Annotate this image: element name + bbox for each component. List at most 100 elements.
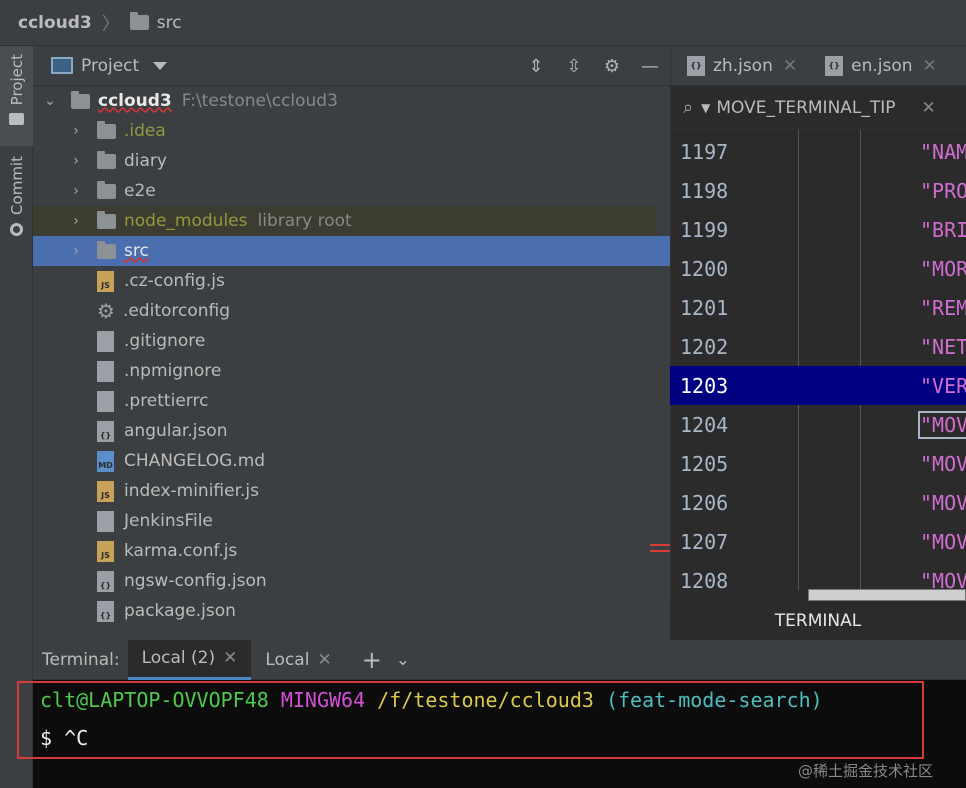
code-line[interactable]: 1202 "NET: [670, 327, 966, 366]
tree-item-idea[interactable]: › .idea: [33, 116, 657, 146]
commit-tool-tab[interactable]: Commit: [0, 156, 33, 266]
search-input[interactable]: MOVE_TERMINAL_TIP: [716, 98, 895, 118]
line-number: 1203: [680, 374, 729, 398]
code-line[interactable]: 1207 "MOV: [670, 522, 966, 561]
code-line[interactable]: 1199 "BRI: [670, 210, 966, 249]
tree-item-file[interactable]: {} angular.json: [33, 416, 657, 446]
line-number: 1197: [680, 140, 729, 164]
project-tool-label: Project: [7, 54, 26, 106]
module-folder-icon: [71, 90, 90, 109]
tree-item-label: .cz-config.js: [124, 271, 225, 291]
chevron-down-icon[interactable]: ⌄: [396, 650, 410, 670]
prompt-path: /f/testone/ccloud3: [377, 688, 594, 712]
expand-all-icon[interactable]: ⇕: [524, 54, 548, 78]
chevron-right-icon[interactable]: ›: [69, 153, 83, 169]
tab-local[interactable]: Local ✕: [251, 640, 345, 680]
chevron-right-icon[interactable]: ›: [69, 213, 83, 229]
tree-item-file[interactable]: .npmignore: [33, 356, 657, 386]
code-text: "VER: [920, 374, 966, 398]
tree-item-src[interactable]: › src: [33, 236, 670, 266]
search-bar[interactable]: ⌕ ▼ MOVE_TERMINAL_TIP ✕: [671, 86, 966, 130]
line-number: 1201: [680, 296, 729, 320]
project-view-title[interactable]: Project: [81, 56, 139, 76]
tree-item-file[interactable]: ⚙ .editorconfig: [33, 296, 657, 326]
hide-icon[interactable]: —: [638, 54, 662, 78]
ignore-file-icon: [97, 330, 114, 352]
gear-icon[interactable]: ⚙: [600, 54, 624, 78]
code-line[interactable]: 1198 "PRO: [670, 171, 966, 210]
tree-item-label: src: [124, 241, 149, 261]
tree-item-file[interactable]: MD CHANGELOG.md: [33, 446, 657, 476]
tree-item-label: diary: [124, 151, 167, 171]
tree-item-e2e[interactable]: › e2e: [33, 176, 657, 206]
tab-zh-json[interactable]: {} zh.json ✕: [671, 46, 809, 86]
tree-item-diary[interactable]: › diary: [33, 146, 657, 176]
close-icon[interactable]: ✕: [317, 650, 331, 670]
code-text: "NET: [920, 335, 966, 359]
chevron-down-icon[interactable]: [153, 61, 168, 70]
tab-label: en.json: [851, 55, 913, 76]
code-line[interactable]: 1206 "MOV: [670, 483, 966, 522]
js-file-icon: JS: [97, 270, 114, 292]
terminal-tabs: Terminal: Local (2) ✕ Local ✕ + ⌄: [33, 639, 966, 680]
tree-item-label: .gitignore: [124, 331, 206, 351]
collapse-all-icon[interactable]: ⇳: [562, 54, 586, 78]
tree-item-file[interactable]: JS index-minifier.js: [33, 476, 657, 506]
tree-item-label: karma.conf.js: [124, 541, 238, 561]
js-file-icon: JS: [97, 480, 114, 502]
library-root-label: library root: [257, 211, 352, 231]
chevron-right-icon[interactable]: ›: [69, 243, 83, 259]
folder-icon: [97, 150, 116, 169]
tree-item-file[interactable]: .gitignore: [33, 326, 657, 356]
code-line[interactable]: 1205 "MOV: [670, 444, 966, 483]
prompt-branch: (feat-mode-search): [605, 688, 823, 712]
close-icon[interactable]: ✕: [783, 56, 797, 76]
code-line[interactable]: 1204 "MOV: [670, 405, 966, 444]
editor-horizontal-scrollbar[interactable]: [808, 589, 966, 601]
close-icon[interactable]: ✕: [223, 648, 237, 668]
chevron-down-icon[interactable]: ⌄: [43, 93, 57, 109]
tree-item-root[interactable]: ⌄ ccloud3 F:\testone\ccloud3: [33, 86, 657, 116]
breadcrumb-project[interactable]: ccloud3: [18, 13, 92, 33]
tab-local-2[interactable]: Local (2) ✕: [127, 639, 252, 680]
search-icon: ⌕: [683, 97, 694, 118]
tree-item-file[interactable]: JS .cz-config.js: [33, 266, 657, 296]
folder-icon: [129, 12, 149, 30]
tree-item-label: ngsw-config.json: [124, 571, 267, 591]
tree-item-file[interactable]: {} package.json: [33, 596, 657, 626]
folder-icon: [9, 113, 24, 126]
tree-item-node-modules[interactable]: › node_modules library root: [33, 206, 657, 236]
terminal-input-line[interactable]: $ ^C: [40, 726, 88, 750]
code-line-current[interactable]: 1203 "VER: [670, 366, 966, 405]
project-view-icon: [51, 57, 73, 74]
tab-label: zh.json: [713, 55, 773, 76]
tree-item-file[interactable]: {} ngsw-config.json: [33, 566, 657, 596]
code-line[interactable]: 1201 "REM: [670, 288, 966, 327]
tree-item-label: node_modules: [124, 211, 248, 231]
tree-item-file[interactable]: .prettierrc: [33, 386, 657, 416]
ide-window: ccloud3 〉 src Project Commit Project ⇕ ⇳…: [0, 0, 966, 788]
project-panel-header: Project ⇕ ⇳ ⚙ —: [33, 46, 670, 86]
tab-en-json[interactable]: {} en.json ✕: [809, 46, 949, 86]
tree-item-file[interactable]: JS karma.conf.js: [33, 536, 657, 566]
tree-item-file[interactable]: JenkinsFile: [33, 506, 657, 536]
project-tool-tab[interactable]: Project: [0, 46, 33, 146]
close-icon[interactable]: ✕: [923, 56, 937, 76]
line-number: 1207: [680, 530, 729, 554]
code-line[interactable]: 1197 "NAM: [670, 132, 966, 171]
text-file-icon: [97, 390, 114, 412]
code-line[interactable]: 1200 "MOR: [670, 249, 966, 288]
new-terminal-icon[interactable]: +: [362, 646, 382, 674]
chevron-right-icon[interactable]: ›: [69, 183, 83, 199]
gear-icon: ⚙: [97, 299, 115, 323]
breadcrumb-folder[interactable]: src: [157, 13, 182, 33]
folder-icon: [97, 240, 116, 259]
chevron-right-icon[interactable]: ›: [69, 123, 83, 139]
tree-item-label: .editorconfig: [122, 301, 231, 321]
search-history-icon[interactable]: ▼: [701, 101, 710, 115]
code-text: "NAM: [920, 140, 966, 164]
folder-icon: [97, 120, 116, 139]
error-stripe-marks: [650, 540, 670, 560]
code-line[interactable]: 1208 "MOV: [670, 561, 966, 589]
clear-search-icon[interactable]: ✕: [922, 98, 936, 118]
